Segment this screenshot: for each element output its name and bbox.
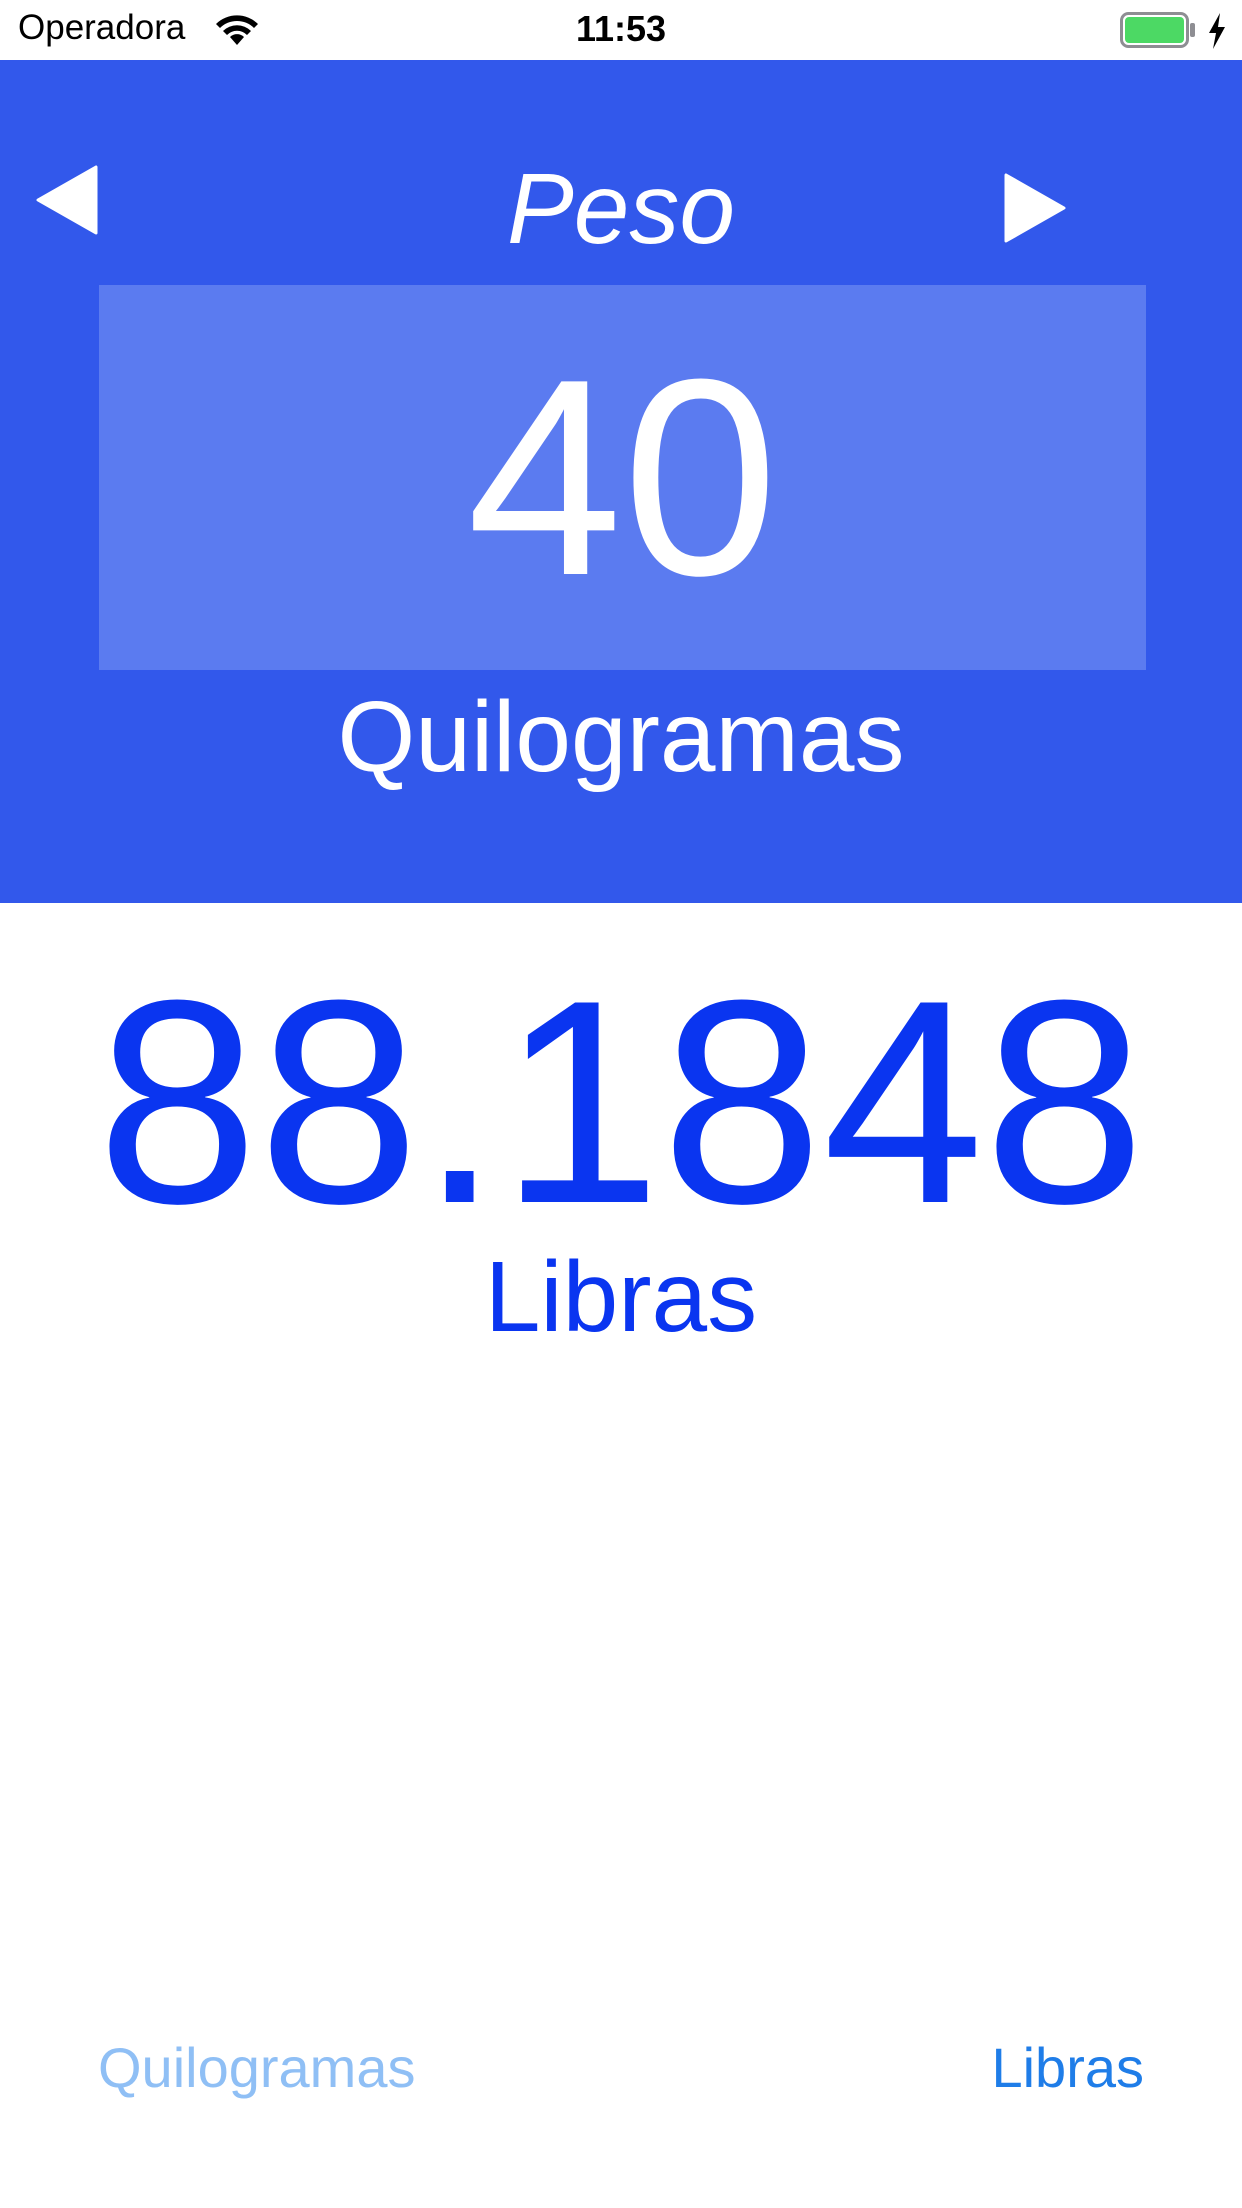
charging-bolt-icon [1206, 12, 1228, 50]
triangle-right-icon [1004, 173, 1066, 243]
next-category-button[interactable] [998, 173, 1068, 243]
status-time: 11:53 [575, 8, 667, 49]
unit-option-libras[interactable]: Libras [991, 2035, 1144, 2100]
input-unit-label: Quilogramas [337, 681, 905, 793]
result-unit-label: Libras [484, 1241, 758, 1353]
status-bar: Operadora 11:53 [0, 0, 1242, 60]
unit-option-quilogramas[interactable]: Quilogramas [98, 2035, 415, 2100]
input-value: 40 [466, 321, 779, 634]
battery-icon [1120, 12, 1196, 48]
input-panel: Peso 40 Quilogramas [0, 60, 1242, 903]
result-value: 88.1848 [96, 940, 1146, 1264]
input-value-field[interactable]: 40 [99, 285, 1146, 670]
